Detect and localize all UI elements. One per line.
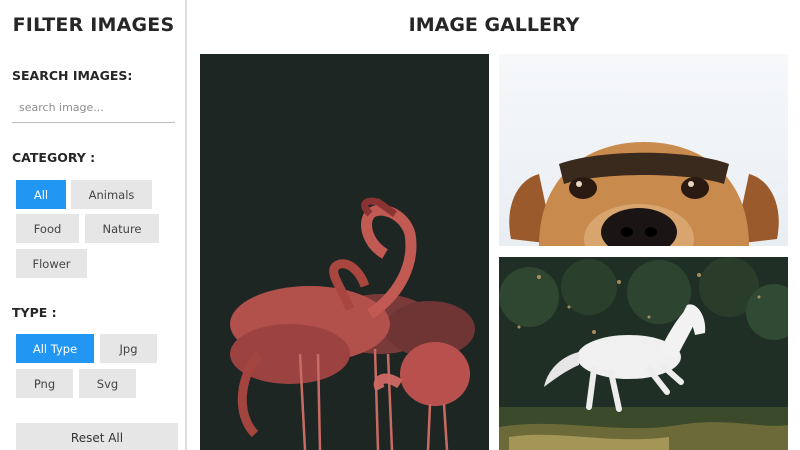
type-chip-svg[interactable]: Svg	[79, 369, 136, 398]
type-label: TYPE :	[12, 305, 57, 320]
category-chip-animals[interactable]: Animals	[71, 180, 152, 209]
category-chip-all[interactable]: All	[16, 180, 66, 209]
type-chip-jpg[interactable]: Jpg	[100, 334, 157, 363]
gallery-image-flamingos[interactable]	[200, 54, 489, 450]
sidebar-title: FILTER IMAGES	[12, 14, 175, 36]
filter-sidebar: FILTER IMAGES SEARCH IMAGES: CATEGORY : …	[0, 0, 187, 450]
category-label: CATEGORY :	[12, 150, 96, 165]
type-chip-all-type[interactable]: All Type	[16, 334, 94, 363]
reset-all-button[interactable]: Reset All	[16, 423, 178, 450]
type-chip-png[interactable]: Png	[16, 369, 73, 398]
gallery-title: IMAGE GALLERY	[408, 14, 580, 36]
gallery-image-dog[interactable]	[499, 54, 788, 246]
gallery-image-horse[interactable]	[499, 257, 788, 450]
category-chip-food[interactable]: Food	[16, 214, 79, 243]
search-input[interactable]	[12, 93, 175, 123]
category-chip-flower[interactable]: Flower	[16, 249, 87, 278]
search-label: SEARCH IMAGES:	[12, 68, 133, 83]
category-chip-nature[interactable]: Nature	[85, 214, 159, 243]
